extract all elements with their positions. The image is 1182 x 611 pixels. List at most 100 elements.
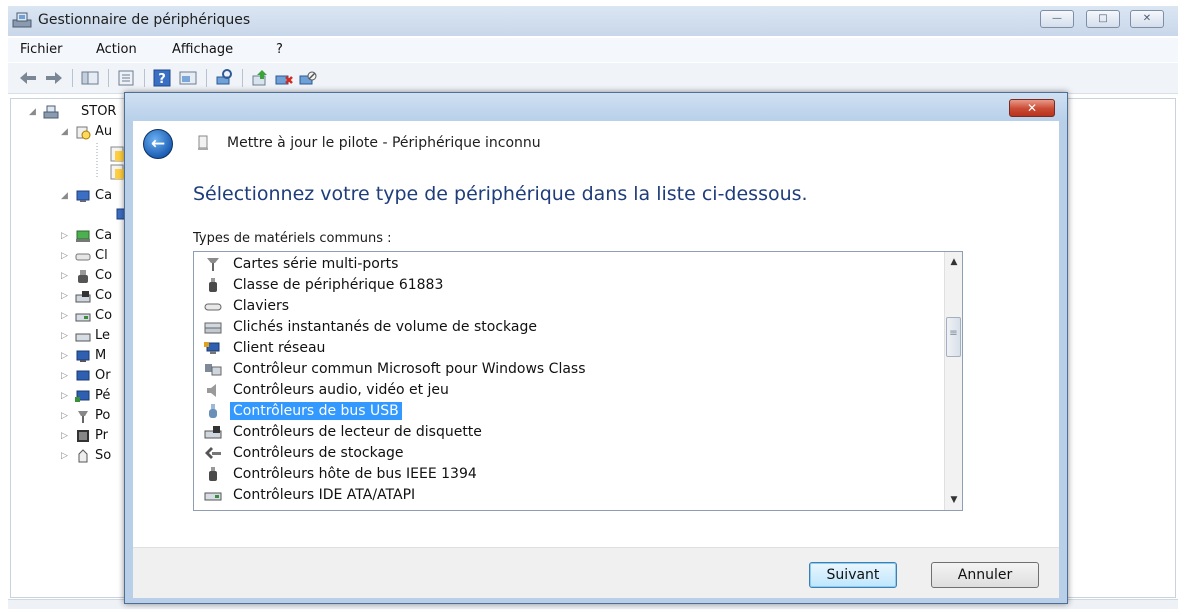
list-item-label (230, 507, 236, 509)
peripheral-icon (75, 390, 90, 402)
cancel-button[interactable]: Annuler (931, 562, 1039, 588)
expand-icon[interactable]: ▷ (61, 231, 68, 241)
scroll-down-button[interactable]: ▼ (945, 492, 962, 508)
expand-icon[interactable]: ▷ (61, 371, 68, 381)
tree-item-label: Cl (95, 248, 108, 263)
tree-item-label: Co (95, 288, 113, 303)
forward-icon[interactable] (44, 68, 64, 88)
software-device-icon (78, 449, 88, 463)
tree-item-label: Ca (95, 228, 113, 243)
tree-item[interactable]: ▷ Co (11, 307, 141, 327)
grip-icon: ≡ (949, 328, 958, 339)
tree-item[interactable]: ▷ So (11, 447, 141, 467)
tree-item[interactable]: ◢ Ca (11, 187, 141, 207)
menu-action[interactable]: Action (96, 42, 137, 57)
scan-hardware-icon[interactable] (214, 68, 234, 88)
tree-item[interactable]: ▷ Cl (11, 247, 141, 267)
tree-item[interactable]: ▷ Or (11, 367, 141, 387)
collapse-icon[interactable]: ◢ (29, 107, 36, 117)
toolbar-separator (242, 69, 243, 87)
tree-root[interactable]: ◢ STOR (11, 103, 141, 123)
help-icon[interactable]: ? (152, 68, 172, 88)
tree-item[interactable]: ▷ Co (11, 267, 141, 287)
expand-icon[interactable]: ▷ (61, 451, 68, 461)
menu-bar: Fichier Action Affichage ? (8, 38, 1178, 62)
close-icon: ✕ (1026, 101, 1038, 115)
keyboard-icon (75, 253, 91, 261)
scroll-thumb[interactable]: ≡ (946, 317, 961, 357)
device-icon (198, 135, 208, 150)
tree-item[interactable]: ▷ Pé (11, 387, 141, 407)
usb-icon (78, 270, 88, 283)
expand-icon[interactable]: ▷ (61, 251, 68, 261)
expand-icon[interactable]: ▷ (61, 351, 68, 361)
expand-icon[interactable]: ▷ (61, 311, 68, 321)
back-icon[interactable] (18, 68, 38, 88)
list-item[interactable]: Contrôleurs audio, vidéo et jeu (202, 380, 942, 401)
list-item[interactable]: Contrôleurs hôte de bus IEEE 1394 (202, 464, 942, 485)
expand-icon[interactable]: ▷ (61, 271, 68, 281)
tree-item-label: Co (95, 268, 113, 283)
list-item[interactable]: Contrôleurs de lecteur de disquette (202, 422, 942, 443)
hardware-type-list[interactable]: Cartes série multi-ports Classe de périp… (193, 251, 963, 511)
dialog-close-button[interactable]: ✕ (1009, 99, 1055, 117)
uninstall-icon[interactable] (274, 68, 294, 88)
minimize-icon: — (1052, 13, 1062, 24)
list-scrollbar[interactable]: ▲ ≡ ▼ (944, 252, 962, 510)
menu-fichier[interactable]: Fichier (20, 42, 63, 57)
storage-snapshot-icon (204, 322, 222, 334)
list-item[interactable]: Contrôleurs de stockage (202, 443, 942, 464)
tree-item[interactable]: ▷ Pr (11, 427, 141, 447)
expand-icon[interactable]: ▷ (61, 431, 68, 441)
tree-item[interactable]: ▷ Co (11, 287, 141, 307)
list-item-selected[interactable]: Contrôleurs de bus USB (202, 401, 942, 422)
tree-item-label: Po (95, 408, 111, 423)
arrow-up-icon: ▲ (950, 257, 958, 267)
dialog-header: ← Mettre à jour le pilote - Périphérique… (133, 121, 1059, 161)
list-item[interactable]: Contrôleur commun Microsoft pour Windows… (202, 359, 942, 380)
scroll-up-button[interactable]: ▲ (945, 254, 962, 270)
list-item[interactable]: Clichés instantanés de volume de stockag… (202, 317, 942, 338)
tree-item[interactable]: ▷ M (11, 347, 141, 367)
expand-icon[interactable]: ▷ (61, 331, 68, 341)
tree-root-label: STOR (81, 104, 117, 119)
expand-icon[interactable]: ▷ (61, 411, 68, 421)
list-item-label: Contrôleurs hôte de bus IEEE 1394 (233, 466, 477, 482)
collapse-icon[interactable]: ◢ (61, 127, 68, 137)
menu-help[interactable]: ? (276, 42, 283, 57)
expand-icon[interactable]: ▷ (61, 291, 68, 301)
tree-item-label: Le (95, 328, 111, 343)
toolbar: ? (8, 63, 1178, 94)
list-item[interactable]: Client réseau (202, 338, 942, 359)
disable-icon[interactable] (298, 68, 318, 88)
tree-item[interactable]: ◢ Au (11, 123, 141, 143)
title-bar: Gestionnaire de périphériques — □ ✕ (8, 6, 1178, 36)
tree-item[interactable]: ▷ Ca (11, 227, 141, 247)
tree-item[interactable]: ▷ Po (11, 407, 141, 427)
list-item[interactable]: Cartes série multi-ports (202, 254, 942, 275)
list-item[interactable]: Claviers (202, 296, 942, 317)
tree-item-label: Co (95, 308, 113, 323)
list-item[interactable]: Classe de périphérique 61883 (202, 275, 942, 296)
dialog-title-bar: ✕ (125, 93, 1067, 121)
list-item[interactable] (202, 506, 942, 510)
update-driver-icon[interactable] (250, 68, 270, 88)
menu-affichage[interactable]: Affichage (172, 42, 233, 57)
close-button[interactable]: ✕ (1130, 10, 1164, 28)
next-button[interactable]: Suivant (809, 562, 897, 588)
tree-item[interactable]: ▷ Le (11, 327, 141, 347)
list-item[interactable]: Contrôleurs IDE ATA/ATAPI (202, 485, 942, 506)
view-icon[interactable] (178, 68, 198, 88)
collapse-icon[interactable]: ◢ (61, 191, 68, 201)
maximize-button[interactable]: □ (1086, 10, 1120, 28)
expand-icon[interactable]: ▷ (61, 391, 68, 401)
minimize-button[interactable]: — (1040, 10, 1074, 28)
toolbar-separator (206, 69, 207, 87)
list-item-label: Cartes série multi-ports (233, 256, 399, 272)
svg-text:?: ? (158, 72, 166, 87)
properties-icon[interactable] (116, 68, 136, 88)
back-button[interactable]: ← (143, 129, 173, 159)
show-hide-tree-icon[interactable] (80, 68, 100, 88)
usb-icon (209, 404, 217, 418)
list-item-label: Claviers (233, 298, 290, 314)
